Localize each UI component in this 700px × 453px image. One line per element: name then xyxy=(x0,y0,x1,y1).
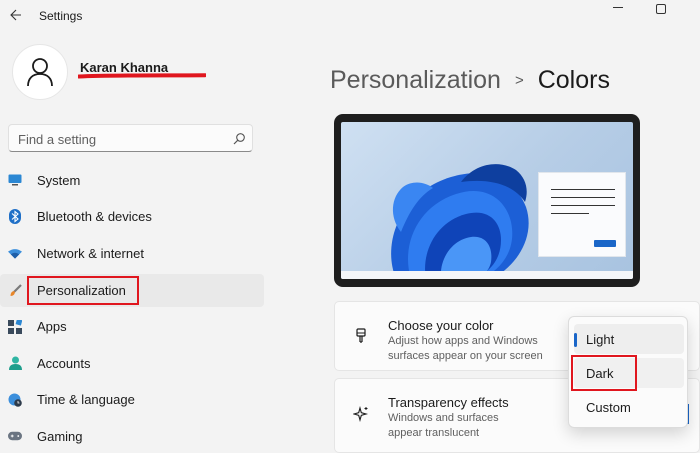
dropdown-option-dark[interactable]: Dark xyxy=(574,358,684,388)
sidebar-item-label: Personalization xyxy=(37,282,126,298)
preview-text-line xyxy=(551,213,589,214)
sidebar-item-time-language[interactable]: Time & language xyxy=(0,382,270,419)
breadcrumb: Personalization > Colors xyxy=(330,66,610,95)
preview-text-line xyxy=(551,205,615,206)
sidebar-item-label: Network & internet xyxy=(37,245,144,261)
transparency-desc-line: appear translucent xyxy=(388,426,480,439)
sidebar-item-system[interactable]: System xyxy=(0,162,270,199)
bluetooth-icon xyxy=(8,209,22,225)
dropdown-option-light[interactable]: Light xyxy=(574,324,684,354)
palette-brush-icon xyxy=(356,328,366,343)
person-icon xyxy=(27,58,53,87)
sidebar-item-accounts[interactable]: Accounts xyxy=(0,345,270,382)
minimize-icon xyxy=(613,7,623,8)
search-box[interactable] xyxy=(8,124,253,152)
sidebar-item-bluetooth[interactable]: Bluetooth & devices xyxy=(0,199,270,236)
transparency-description: Windows and surfaces appear translucent xyxy=(388,411,568,440)
choose-color-desc-line: Adjust how apps and Windows xyxy=(388,335,538,347)
search-icon[interactable] xyxy=(232,132,246,146)
preview-text-line xyxy=(551,197,615,198)
page-title: Colors xyxy=(537,66,610,94)
sidebar-item-personalization[interactable]: Personalization xyxy=(0,272,270,309)
transparency-title: Transparency effects xyxy=(388,395,509,410)
dropdown-option-custom[interactable]: Custom xyxy=(574,392,684,422)
sidebar-item-label: System xyxy=(37,172,81,188)
choose-color-description: Adjust how apps and Windows surfaces app… xyxy=(388,334,568,363)
minimize-button[interactable] xyxy=(609,3,627,15)
globe-clock-icon xyxy=(8,393,22,407)
color-mode-dropdown-menu: Light Dark Custom xyxy=(568,316,688,428)
apps-icon xyxy=(8,319,22,334)
name-redaction-mark xyxy=(78,73,206,79)
sidebar-item-apps[interactable]: Apps xyxy=(0,308,270,345)
preview-accent-button xyxy=(594,240,616,247)
maximize-icon xyxy=(656,4,666,14)
choose-color-desc-line: surfaces appear on your screen xyxy=(388,349,543,362)
person-icon xyxy=(8,356,22,371)
sparkle-icon xyxy=(353,406,369,422)
sidebar-item-label: Accounts xyxy=(37,355,91,371)
breadcrumb-parent[interactable]: Personalization xyxy=(330,66,501,94)
transparency-desc-line: Windows and surfaces xyxy=(388,412,499,424)
preview-taskbar xyxy=(341,271,633,279)
sidebar-item-gaming[interactable]: Gaming xyxy=(0,418,270,453)
sidebar-item-label: Time & language xyxy=(37,392,135,408)
sidebar-item-label: Gaming xyxy=(37,428,83,444)
search-input[interactable] xyxy=(18,130,218,148)
title-bar: Settings xyxy=(0,0,700,32)
monitor-icon xyxy=(8,173,22,187)
back-arrow-icon xyxy=(10,9,21,21)
avatar[interactable] xyxy=(12,44,68,100)
dropdown-option-label: Custom xyxy=(586,400,631,415)
theme-preview xyxy=(334,114,640,287)
dropdown-option-label: Dark xyxy=(586,366,614,381)
chevron-right-icon: > xyxy=(514,72,524,89)
dropdown-option-label: Light xyxy=(586,332,615,347)
brush-icon xyxy=(8,283,22,297)
preview-window xyxy=(538,172,626,257)
sidebar-nav: System Bluetooth & devices Network & int… xyxy=(0,162,270,453)
sidebar-item-label: Apps xyxy=(37,319,67,335)
gamepad-icon xyxy=(8,429,22,443)
wifi-icon xyxy=(8,246,22,260)
preview-text-line xyxy=(551,189,615,190)
choose-color-title: Choose your color xyxy=(388,318,494,333)
back-button[interactable] xyxy=(6,5,26,25)
app-title: Settings xyxy=(39,9,83,23)
preview-desktop xyxy=(341,122,633,279)
sidebar-item-label: Bluetooth & devices xyxy=(37,209,152,225)
sidebar-item-network[interactable]: Network & internet xyxy=(0,235,270,272)
maximize-button[interactable] xyxy=(652,2,670,18)
